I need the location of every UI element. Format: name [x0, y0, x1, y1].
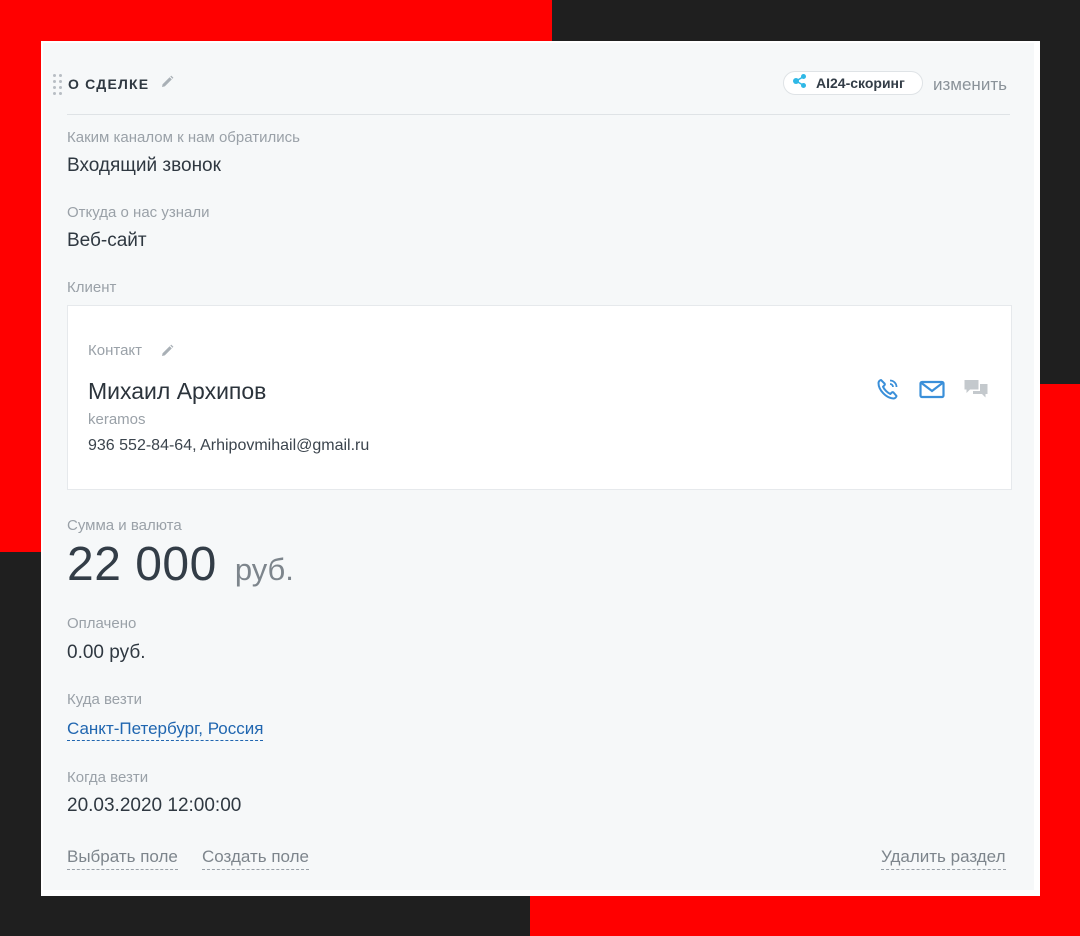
paid-label: Оплачено	[67, 615, 137, 632]
destination-link[interactable]: Санкт-Петербург, Россия	[67, 719, 264, 741]
ai-network-icon	[792, 73, 808, 94]
ai-scoring-badge[interactable]: AI24-скоринг	[783, 71, 923, 95]
ai-scoring-label: AI24-скоринг	[816, 75, 905, 91]
section-title: О СДЕЛКЕ	[68, 76, 150, 92]
amount-value: 22 000	[67, 538, 217, 591]
phone-icon[interactable]	[875, 376, 901, 402]
amount-label: Сумма и валюта	[67, 517, 182, 534]
select-field-link[interactable]: Выбрать поле	[67, 847, 178, 870]
contact-details: 936 552-84-64, Arhipovmihail@gmail.ru	[88, 437, 370, 454]
deal-card-body: О СДЕЛКЕ AI24-скоринг изменить Каким кан…	[43, 43, 1034, 890]
edit-title-pencil-icon[interactable]	[160, 75, 174, 89]
channel-label: Каким каналом к нам обратились	[67, 129, 300, 146]
delivery-time-label: Когда везти	[67, 769, 149, 786]
contact-company: keramos	[88, 411, 146, 428]
create-field-link[interactable]: Создать поле	[202, 847, 309, 870]
client-label: Клиент	[67, 279, 117, 296]
destination-label: Куда везти	[67, 691, 142, 708]
change-link[interactable]: изменить	[933, 75, 1007, 95]
source-label: Откуда о нас узнали	[67, 204, 210, 221]
channel-value[interactable]: Входящий звонок	[67, 155, 221, 177]
section-header: О СДЕЛКЕ AI24-скоринг изменить	[43, 43, 1034, 115]
destination-value[interactable]: Санкт-Петербург, Россия	[67, 719, 264, 741]
paid-value: 0.00 руб.	[67, 642, 146, 663]
drag-handle-icon[interactable]	[53, 74, 62, 95]
contact-label: Контакт	[88, 342, 143, 359]
contact-name[interactable]: Михаил Архипов	[88, 378, 266, 405]
header-divider	[67, 114, 1010, 115]
delete-section-link[interactable]: Удалить раздел	[881, 847, 1006, 870]
delivery-time-value[interactable]: 20.03.2020 12:00:00	[67, 795, 241, 817]
deal-card: О СДЕЛКЕ AI24-скоринг изменить Каким кан…	[41, 41, 1040, 896]
amount[interactable]: 22 000 руб.	[67, 537, 294, 592]
contact-card: Контакт Михаил Архипов keramos 936 552-8…	[67, 305, 1012, 490]
contact-actions	[875, 376, 989, 402]
mail-icon[interactable]	[919, 376, 945, 402]
amount-currency: руб.	[234, 552, 294, 587]
edit-contact-pencil-icon[interactable]	[160, 344, 174, 358]
chat-icon[interactable]	[963, 376, 989, 402]
source-value[interactable]: Веб-сайт	[67, 230, 147, 252]
